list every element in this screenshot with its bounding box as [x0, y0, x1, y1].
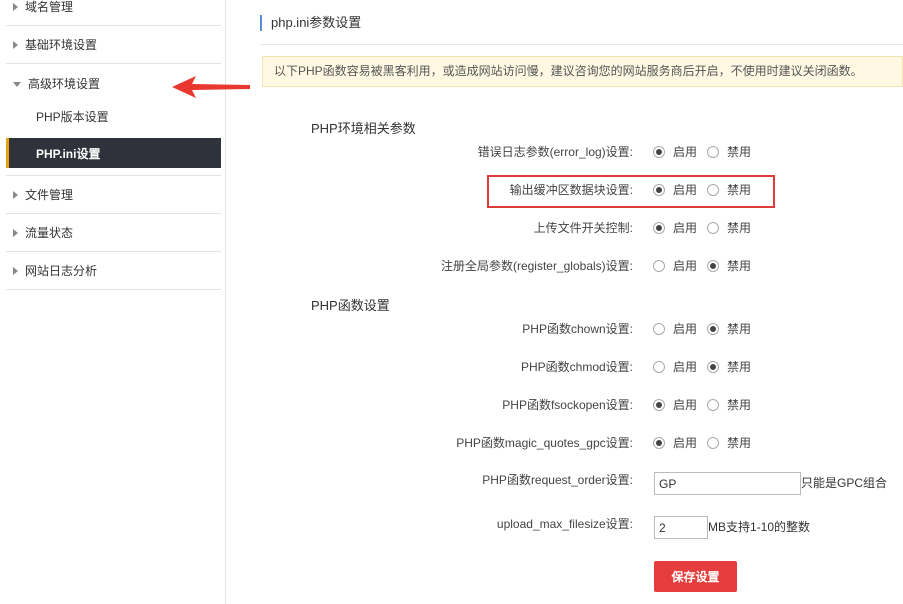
sidebar-item-label: 文件管理	[25, 186, 73, 203]
caret-down-icon	[13, 82, 21, 87]
sidebar-item-log-analysis[interactable]: 网站日志分析	[6, 252, 221, 290]
caret-right-icon	[13, 267, 18, 275]
sidebar-item-traffic-status[interactable]: 流量状态	[6, 214, 221, 252]
sidebar-item-label: 网站日志分析	[25, 262, 97, 279]
disable-label: 禁用	[727, 356, 751, 378]
enable-radio[interactable]	[653, 399, 665, 411]
disable-radio[interactable]	[707, 260, 719, 272]
main-panel: php.ini参数设置 以下PHP函数容易被黑客利用，或造成网站访问慢，建议咨询…	[227, 0, 903, 604]
section-title-func: PHP函数设置	[311, 295, 390, 314]
request-order-hint: 只能是GPC组合	[801, 472, 887, 495]
enable-radio[interactable]	[653, 437, 665, 449]
setting-row-chown: PHP函数chown设置: 启用 禁用	[227, 318, 903, 340]
disable-label: 禁用	[727, 217, 751, 239]
sidebar-item-label: 流量状态	[25, 224, 73, 241]
setting-row-error-log: 错误日志参数(error_log)设置: 启用 禁用	[227, 141, 903, 163]
setting-label: PHP函数magic_quotes_gpc设置:	[456, 432, 633, 454]
enable-radio[interactable]	[653, 323, 665, 335]
disable-radio[interactable]	[707, 361, 719, 373]
disable-label: 禁用	[727, 255, 751, 277]
caret-right-icon	[13, 3, 18, 11]
disable-label: 禁用	[727, 318, 751, 340]
sidebar-subitem-php-version[interactable]: PHP版本设置	[6, 101, 221, 131]
divider	[260, 44, 903, 45]
disable-radio[interactable]	[707, 222, 719, 234]
setting-label: PHP函数request_order设置:	[482, 472, 633, 489]
setting-label: upload_max_filesize设置:	[497, 516, 633, 533]
enable-label: 启用	[673, 356, 697, 378]
setting-label: PHP函数chmod设置:	[521, 356, 633, 378]
setting-row-register-globals: 注册全局参数(register_globals)设置: 启用 禁用	[227, 255, 903, 277]
caret-right-icon	[13, 41, 18, 49]
setting-row-upload-max-filesize: upload_max_filesize设置: MB支持1-10的整数	[227, 516, 903, 539]
caret-right-icon	[13, 191, 18, 199]
sidebar-item-file-manage[interactable]: 文件管理	[6, 176, 221, 214]
upload-max-filesize-hint: MB支持1-10的整数	[708, 516, 810, 539]
enable-radio[interactable]	[653, 361, 665, 373]
sidebar-item-basic-env[interactable]: 基础环境设置	[6, 26, 221, 64]
setting-row-file-uploads: 上传文件开关控制: 启用 禁用	[227, 217, 903, 239]
setting-label: 注册全局参数(register_globals)设置:	[441, 255, 633, 277]
sidebar-item-label: 基础环境设置	[25, 36, 97, 53]
setting-row-chmod: PHP函数chmod设置: 启用 禁用	[227, 356, 903, 378]
enable-label: 启用	[673, 255, 697, 277]
sidebar-subitem-php-ini[interactable]: PHP.ini设置	[6, 138, 221, 168]
disable-radio[interactable]	[707, 323, 719, 335]
enable-label: 启用	[673, 141, 697, 163]
enable-radio[interactable]	[653, 260, 665, 272]
enable-radio[interactable]	[653, 222, 665, 234]
enable-label: 启用	[673, 394, 697, 416]
enable-label: 启用	[673, 318, 697, 340]
section-title-env: PHP环境相关参数	[311, 118, 416, 137]
sidebar-item-label: 高级环境设置	[28, 75, 100, 92]
setting-row-magic-quotes-gpc: PHP函数magic_quotes_gpc设置: 启用 禁用	[227, 432, 903, 454]
disable-radio[interactable]	[707, 146, 719, 158]
request-order-input[interactable]	[654, 472, 801, 495]
disable-label: 禁用	[727, 141, 751, 163]
enable-radio[interactable]	[653, 146, 665, 158]
sidebar-item-label: 域名管理	[25, 0, 73, 15]
enable-label: 启用	[673, 432, 697, 454]
disable-radio[interactable]	[707, 437, 719, 449]
sidebar-item-domain[interactable]: 域名管理	[6, 0, 221, 26]
setting-label: PHP函数chown设置:	[522, 318, 633, 340]
setting-label: 错误日志参数(error_log)设置:	[478, 141, 633, 163]
setting-row-request-order: PHP函数request_order设置: 只能是GPC组合	[227, 472, 903, 495]
disable-label: 禁用	[727, 394, 751, 416]
setting-label: 上传文件开关控制:	[534, 217, 633, 239]
page-title: php.ini参数设置	[260, 15, 361, 31]
highlight-box	[487, 175, 775, 208]
disable-label: 禁用	[727, 432, 751, 454]
notice-banner: 以下PHP函数容易被黑客利用，或造成网站访问慢，建议咨询您的网站服务商后开启，不…	[262, 56, 903, 87]
disable-radio[interactable]	[707, 399, 719, 411]
caret-right-icon	[13, 229, 18, 237]
setting-label: PHP函数fsockopen设置:	[502, 394, 633, 416]
upload-max-filesize-input[interactable]	[654, 516, 708, 539]
enable-label: 启用	[673, 217, 697, 239]
save-button[interactable]: 保存设置	[654, 561, 737, 592]
setting-row-fsockopen: PHP函数fsockopen设置: 启用 禁用	[227, 394, 903, 416]
